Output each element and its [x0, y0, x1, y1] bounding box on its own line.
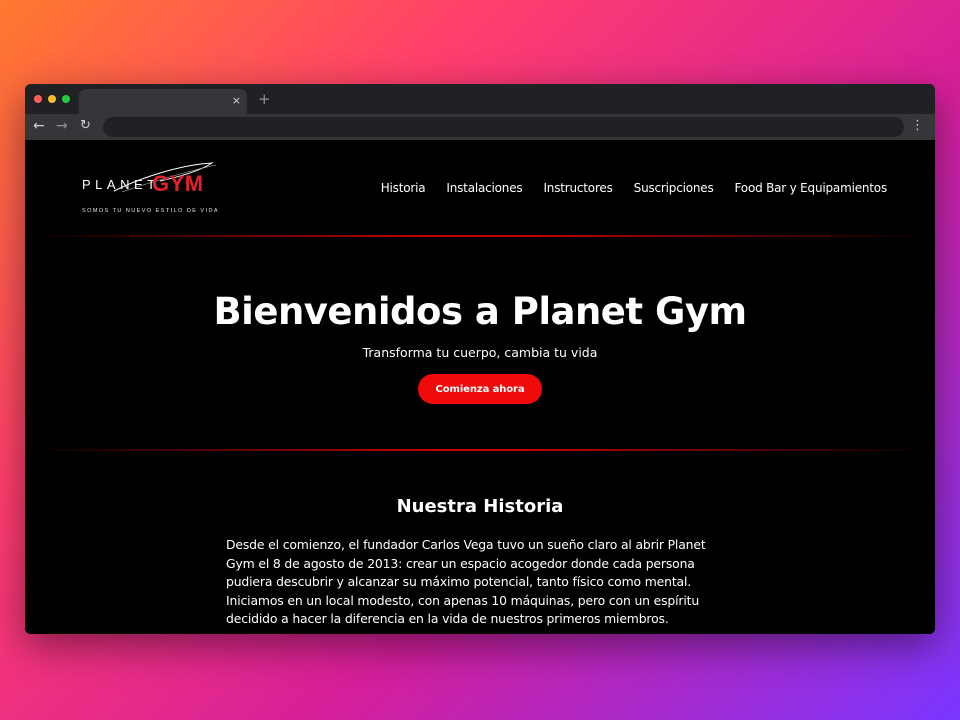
tab-close-icon[interactable]: × [232, 93, 241, 109]
back-icon[interactable]: ← [33, 118, 45, 134]
maximize-window-dot[interactable] [62, 95, 70, 103]
nav-link-instalaciones[interactable]: Instalaciones [446, 181, 522, 195]
browser-window: × + ← → ↻ ⋮ PLANET GYM SOMOS TU NUEVO ES… [25, 84, 935, 634]
tab-bar: × + [25, 84, 935, 114]
hero-title: Bienvenidos a Planet Gym [213, 290, 747, 333]
minimize-window-dot[interactable] [48, 95, 56, 103]
start-now-button[interactable]: Comienza ahora [418, 374, 542, 404]
browser-toolbar: ← → ↻ ⋮ [25, 114, 935, 140]
window-controls [34, 95, 70, 103]
browser-tab[interactable]: × [79, 89, 247, 114]
nav-link-suscripciones[interactable]: Suscripciones [634, 181, 714, 195]
planet-gym-logo[interactable]: PLANET GYM SOMOS TU NUEVO ESTILO DE VIDA [82, 161, 219, 216]
history-title: Nuestra Historia [396, 496, 564, 517]
reload-icon[interactable]: ↻ [80, 118, 91, 134]
nav-link-food-bar[interactable]: Food Bar y Equipamientos [735, 181, 888, 195]
logo-text-planet: PLANET [82, 177, 160, 192]
address-bar[interactable] [103, 117, 904, 137]
web-page: PLANET GYM SOMOS TU NUEVO ESTILO DE VIDA… [25, 140, 935, 634]
logo-text-gym: GYM [152, 171, 204, 196]
hero-subtitle: Transforma tu cuerpo, cambia tu vida [362, 345, 598, 360]
hero-divider [25, 449, 935, 451]
forward-icon[interactable]: → [56, 118, 68, 134]
nav-link-historia[interactable]: Historia [381, 181, 426, 195]
browser-menu-icon[interactable]: ⋮ [911, 118, 924, 134]
main-nav: Historia Instalaciones Instructores Susc… [381, 181, 887, 195]
logo-tagline: SOMOS TU NUEVO ESTILO DE VIDA [82, 208, 219, 214]
new-tab-icon[interactable]: + [258, 91, 271, 107]
nav-link-instructores[interactable]: Instructores [543, 181, 612, 195]
header-divider [25, 235, 935, 237]
history-body: Desde el comienzo, el fundador Carlos Ve… [226, 537, 706, 627]
close-window-dot[interactable] [34, 95, 42, 103]
